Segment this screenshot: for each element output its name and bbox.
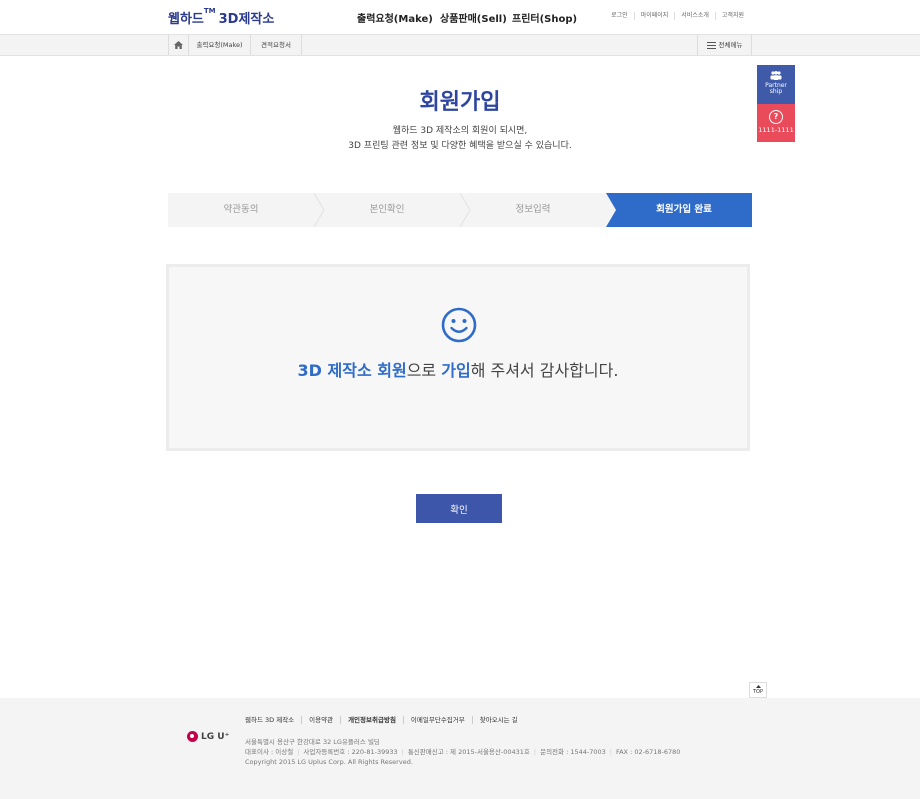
all-menu-button[interactable]: 전체메뉴 [697,35,752,55]
thanks-text-2: 해 주셔서 감사합니다. [470,361,619,380]
breadcrumb-quote[interactable]: 견적요청서 [251,35,302,55]
logo-text: 웹하드 [168,12,204,27]
thanks-text-1: 으로 [406,361,442,380]
footer-links: 웹하드 3D 제작소 이용약관 개인정보취급방침 이메일무단수집거부 찾아오시는… [245,716,525,724]
util-support[interactable]: 고객지원 [714,12,750,20]
arrow-up-icon [755,685,761,688]
footer-link-home[interactable]: 웹하드 3D 제작소 [245,716,301,724]
site-logo[interactable]: 웹하드TM3D제작소 [168,7,275,27]
nav-make[interactable]: 출력요청(Make) [357,10,433,25]
footer-biz-no: 사업자등록번호 : 220-81-39933 [303,748,398,756]
signup-complete-box: 3D 제작소 회원으로 가입해 주셔서 감사합니다. [166,264,750,451]
smile-icon [441,307,477,343]
signup-steps: 약관동의 본인확인 정보입력 회원가입 완료 [168,193,752,227]
thanks-highlight-1: 3D 제작소 회원 [297,361,407,380]
footer-link-directions[interactable]: 찾아오시는 길 [471,716,525,724]
location-bar: 출력요청(Make) 견적요청서 전체메뉴 [0,34,920,56]
page-title: 회원가입 [419,90,501,115]
util-service[interactable]: 서비스소개 [674,12,715,20]
site-footer: LG U⁺ 웹하드 3D 제작소 이용약관 개인정보취급방침 이메일무단수집거부… [0,698,920,799]
step-info: 정보입력 [460,193,606,227]
breadcrumb-make[interactable]: 출력요청(Make) [189,35,251,55]
footer-info: 서울특별시 용산구 한강대로 32 LG유플러스 빌딩 대표이사 : 이상철 | 사… [245,738,681,766]
footer-logo: LG U⁺ [187,731,229,742]
util-mypage[interactable]: 마이페이지 [633,12,675,20]
confirm-button[interactable]: 확인 [416,494,502,523]
people-icon [770,71,782,80]
all-menu-label: 전체메뉴 [718,41,743,49]
logo-tm: TM [203,7,216,15]
thanks-message: 3D 제작소 회원으로 가입해 주셔서 감사합니다. [169,357,747,381]
footer-mail-order: 통신판매신고 : 제 2015-서울용산-00431호 [407,748,530,756]
desc-line-2: 3D 프린팅 관련 정보 및 다양한 혜택을 받으실 수 있습니다. [348,141,572,151]
footer-link-terms[interactable]: 이용약관 [301,716,340,724]
lg-logo-icon [187,731,198,742]
nav-shop[interactable]: 프린터(Shop) [512,10,577,25]
footer-phone: 문의전화 : 1544-7003 [540,748,606,756]
page-description: 웹하드 3D 제작소의 회원이 되시면, 3D 프린팅 관련 정보 및 다양한 … [0,124,920,154]
thanks-highlight-2: 가입 [441,361,471,380]
top-label: TOP [752,689,763,695]
scroll-top-button[interactable]: TOP [749,682,767,698]
home-button[interactable] [168,35,189,55]
home-icon [174,41,183,49]
step-complete: 회원가입 완료 [606,193,752,227]
site-header: 웹하드TM3D제작소 출력요청(Make) 상품판매(Sell) 프린터(Sho… [0,0,920,34]
footer-link-privacy[interactable]: 개인정보취급방침 [340,716,403,724]
util-login[interactable]: 로그인 [605,12,634,20]
util-menu: 로그인 마이페이지 서비스소개 고객지원 [605,12,750,20]
footer-address: 서울특별시 용산구 한강대로 32 LG유플러스 빌딩 [245,738,380,746]
footer-link-email[interactable]: 이메일무단수집거부 [402,716,472,724]
footer-copyright: Copyright 2015 LG Uplus Corp. All Rights… [245,758,413,766]
step-arrow-icon [460,193,471,227]
logo-sub: 3D제작소 [218,12,275,27]
nav-sell[interactable]: 상품판매(Sell) [440,10,507,25]
footer-ceo: 대표이사 : 이상철 [245,748,294,756]
step-arrow-icon [606,193,618,227]
step-verify: 본인확인 [314,193,460,227]
footer-logo-text: LG U⁺ [201,731,230,742]
desc-line-1: 웹하드 3D 제작소의 회원이 되시면, [392,126,528,136]
step-arrow-icon [314,193,325,227]
hamburger-icon [706,41,716,49]
footer-fax: FAX : 02-6718-6780 [615,748,681,756]
step-terms: 약관동의 [168,193,314,227]
